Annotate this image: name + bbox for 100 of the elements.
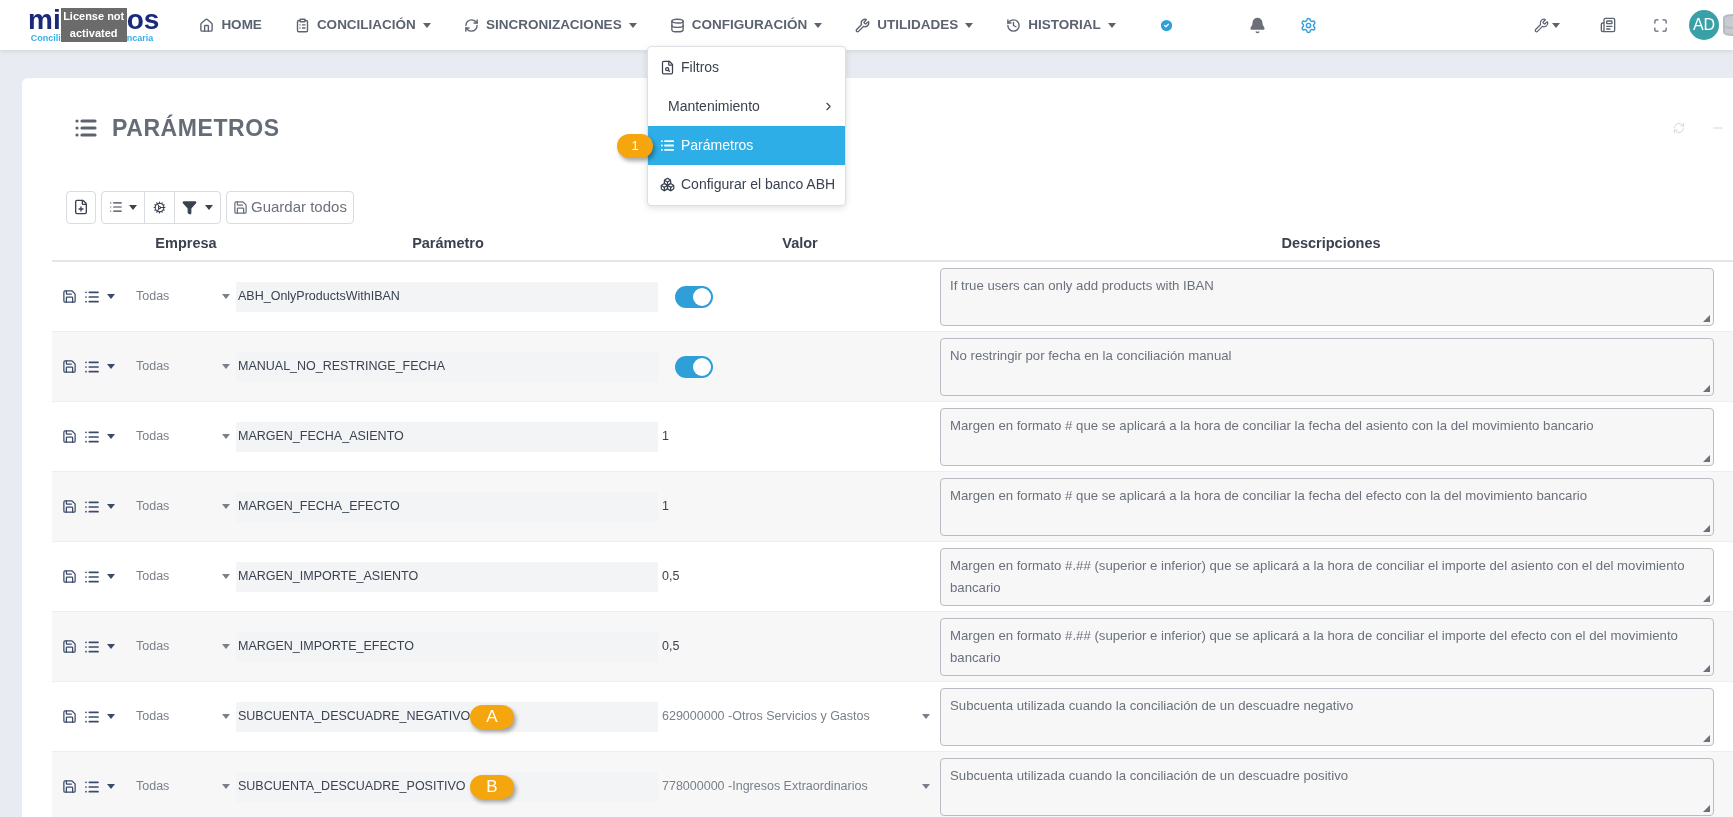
save-all-button[interactable]: Guardar todos [226, 190, 354, 224]
menu-item[interactable]: Mantenimiento [648, 87, 845, 126]
user-avatar[interactable]: AD [1689, 10, 1719, 40]
description-field[interactable]: Subcuenta utilizada cuando la conciliación de un descuadre positivo [940, 757, 1714, 816]
company-select[interactable]: Todas [136, 777, 236, 796]
check-icon[interactable] [1158, 17, 1174, 33]
nav-link[interactable]: HOME [199, 14, 262, 36]
list-icon [660, 138, 675, 153]
logo-text: os [126, 6, 160, 33]
save-icon[interactable] [62, 569, 77, 584]
save-icon[interactable] [62, 499, 77, 514]
history-icon [1006, 17, 1022, 33]
parameter-field[interactable]: MARGEN_IMPORTE_EFECTO [236, 631, 658, 662]
caret-icon [1552, 22, 1560, 28]
toggle-switch[interactable] [675, 285, 713, 308]
resize-handle-icon[interactable] [1703, 454, 1710, 462]
parameter-field[interactable]: ABH_OnlyProductsWithIBAN [236, 281, 658, 312]
save-icon[interactable] [62, 779, 77, 794]
tools-button[interactable] [1534, 17, 1560, 33]
save-icon[interactable] [62, 289, 77, 304]
value-select[interactable]: 629000000 -Otros Servicios y Gastos [660, 707, 940, 726]
list-icon[interactable] [84, 288, 100, 305]
company-select[interactable]: Todas [136, 707, 236, 726]
parameter-field[interactable]: MANUAL_NO_RESTRINGE_FECHA [236, 351, 658, 382]
list-icon[interactable] [84, 498, 100, 515]
callout-badge: A [470, 705, 514, 729]
value-text: 1 [662, 428, 669, 446]
callout-badge: B [470, 775, 514, 799]
save-icon[interactable] [62, 639, 77, 654]
resize-handle-icon[interactable] [1703, 594, 1710, 602]
bell-icon[interactable] [1248, 16, 1266, 34]
value-text: 0,5 [662, 568, 680, 586]
value-select[interactable]: 778000000 -Ingresos Extraordinarios [660, 777, 940, 796]
caret-icon [107, 434, 115, 439]
caret-icon [107, 294, 115, 299]
list-icon [109, 200, 123, 214]
toggle-switch[interactable] [675, 355, 713, 378]
caret-icon [222, 504, 230, 509]
company-select[interactable]: Todas [136, 427, 236, 446]
wrench-icon [1534, 17, 1549, 33]
caret-icon [107, 644, 115, 649]
resize-handle-icon[interactable] [1703, 314, 1710, 322]
save-icon [233, 199, 248, 215]
nav-link[interactable]: UTILIDADES [855, 14, 974, 36]
fullscreen-icon[interactable] [1653, 17, 1668, 33]
caret-icon [107, 784, 115, 789]
menu-item[interactable]: Parámetros [648, 126, 845, 165]
caret-icon [222, 714, 230, 719]
list-icon[interactable] [84, 358, 100, 375]
caret-icon [222, 434, 230, 439]
home-icon [199, 17, 215, 33]
caret-icon [107, 504, 115, 509]
tools-icon [855, 17, 871, 33]
resize-handle-icon[interactable] [1703, 664, 1710, 672]
company-select[interactable]: Todas [136, 567, 236, 586]
resize-handle-icon[interactable] [1703, 804, 1710, 812]
logo-text: mi [28, 6, 61, 33]
description-field[interactable]: Margen en formato # que se aplicará a la hora de conciliar la fecha del efecto con la del movimiento bancario [940, 477, 1714, 536]
company-select[interactable]: Todas [136, 497, 236, 516]
list-icon[interactable] [84, 568, 100, 585]
new-button[interactable] [66, 190, 96, 224]
caret-icon [222, 644, 230, 649]
list-icon[interactable] [84, 708, 100, 725]
parameter-field[interactable]: MARGEN_FECHA_ASIENTO [236, 421, 658, 452]
company-select[interactable]: Todas [136, 637, 236, 656]
newspaper-icon[interactable] [1600, 17, 1616, 33]
description-field[interactable]: No restringir por fecha en la conciliación manual [940, 337, 1714, 396]
save-icon[interactable] [62, 709, 77, 724]
nav-link[interactable]: HISTORIAL [1006, 14, 1116, 36]
caret-icon [205, 204, 213, 210]
list-icon[interactable] [84, 638, 100, 655]
column-header: Valor [782, 234, 818, 254]
description-field[interactable]: If true users can only add products with IBAN [940, 267, 1714, 326]
boxes-icon [660, 177, 675, 192]
caret-icon [107, 364, 115, 369]
resize-handle-icon[interactable] [1703, 734, 1710, 742]
list-icon [74, 116, 98, 140]
menu-item[interactable]: Filtros [648, 48, 845, 87]
save-icon[interactable] [62, 359, 77, 374]
description-field[interactable]: Margen en formato # que se aplicará a la hora de conciliar la fecha del asiento con la del movimiento bancario [940, 407, 1714, 466]
nav-link[interactable]: CONCILIACIÓN [294, 14, 431, 36]
nav-link[interactable]: SINCRONIZACIONES [463, 14, 637, 36]
description-field[interactable]: Subcuenta utilizada cuando la conciliación de un descuadre negativo [940, 687, 1714, 746]
resize-handle-icon[interactable] [1703, 384, 1710, 392]
parameter-field[interactable]: MARGEN_FECHA_EFECTO [236, 491, 658, 522]
company-select[interactable]: Todas [136, 287, 236, 306]
list-icon[interactable] [84, 428, 100, 445]
file-add-icon [73, 199, 89, 215]
save-icon[interactable] [62, 429, 77, 444]
resize-handle-icon[interactable] [1703, 524, 1710, 532]
description-field[interactable]: Margen en formato #.## (superior e inferior) que se aplicará a la hora de conciliar el importe del efecto con el del movimiento bancario [940, 617, 1714, 676]
description-field[interactable]: Margen en formato #.## (superior e inferior) que se aplicará a la hora de conciliar el importe del asiento con el del movimiento bancario [940, 547, 1714, 606]
caret-icon [222, 364, 230, 369]
settings-icon[interactable] [1299, 16, 1317, 34]
parameter-field[interactable]: MARGEN_IMPORTE_ASIENTO [236, 561, 658, 592]
column-header: Descripciones [1281, 234, 1381, 254]
list-icon[interactable] [84, 778, 100, 795]
nav-link[interactable]: CONFIGURACIÓN [669, 14, 823, 36]
company-select[interactable]: Todas [136, 357, 236, 376]
menu-item[interactable]: Configurar el banco ABH [648, 165, 845, 204]
